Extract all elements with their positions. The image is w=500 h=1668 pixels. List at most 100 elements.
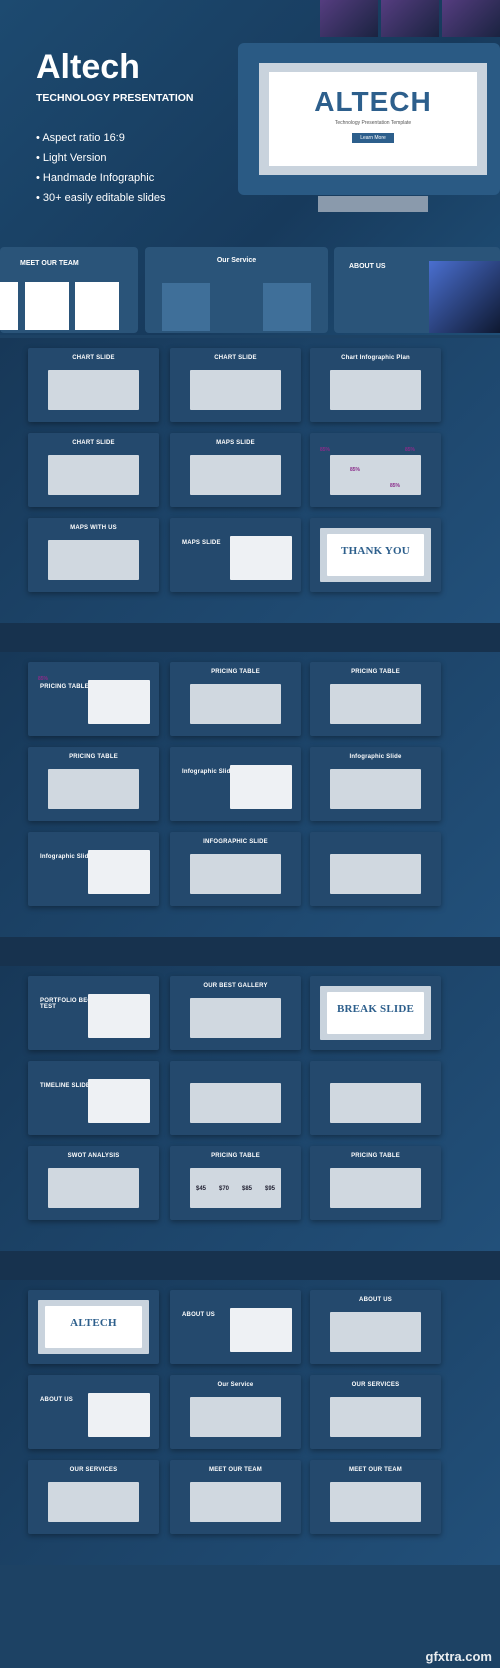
percent-label: 85% <box>350 467 361 473</box>
hero-banner: Altech TECHNOLOGY PRESENTATION Aspect ra… <box>0 0 500 335</box>
slide-content <box>48 370 139 410</box>
slide-thumbnail[interactable]: PRICING TABLE <box>170 662 301 736</box>
slide-thumbnail[interactable]: PRICING TABLE <box>310 1146 441 1220</box>
slide-thumbnail[interactable] <box>310 1061 441 1135</box>
slide-thumbnail[interactable]: OUR BEST GALLERY <box>170 976 301 1050</box>
slide-content <box>190 684 281 724</box>
slide-content <box>330 684 421 724</box>
slide-title: PRICING TABLE <box>211 1153 260 1159</box>
slide-content <box>330 769 421 809</box>
slide-thumbnail[interactable]: 85% 85% 85% 85% <box>310 433 441 507</box>
slide-title: MAPS SLIDE <box>216 440 255 446</box>
slide-content <box>48 540 139 580</box>
slide-content <box>190 370 281 410</box>
slide-thumbnail[interactable]: ALTECH <box>28 1290 159 1364</box>
slide-content <box>230 765 292 809</box>
slide-title: BREAK SLIDE <box>336 1003 415 1015</box>
slide-content <box>88 1393 150 1437</box>
slide-title: ABOUT US <box>349 263 386 270</box>
slide-thumbnail[interactable]: Infographic Slide <box>310 747 441 821</box>
slide-thumbnail[interactable]: ABOUT US <box>310 1290 441 1364</box>
slide-thumbnail[interactable]: MAPS SLIDE <box>170 518 301 592</box>
slide-thumbnail[interactable]: PRICING TABLE <box>28 747 159 821</box>
slide-thumbnail[interactable]: INFOGRAPHIC SLIDE <box>170 832 301 906</box>
slide-title: INFOGRAPHIC SLIDE <box>203 839 268 845</box>
slide-content <box>48 769 139 809</box>
slide-title: ALTECH <box>70 1317 117 1329</box>
slide-title: OUR SERVICES <box>351 1382 400 1388</box>
slide-thumbnail[interactable]: SWOT ANALYSIS <box>28 1146 159 1220</box>
slide-title: OUR SERVICES <box>69 1467 118 1473</box>
preview-slide-about: ABOUT US <box>334 247 500 333</box>
slide-thumbnail[interactable]: MAPS SLIDE <box>170 433 301 507</box>
price-label: $70 <box>219 1186 230 1192</box>
slide-content <box>330 455 421 495</box>
price-label: $45 <box>196 1186 207 1192</box>
slide-thumbnail[interactable]: Infographic Slide <box>170 747 301 821</box>
feature-list: Aspect ratio 16:9 Light Version Handmade… <box>36 128 166 208</box>
slide-thumbnail[interactable]: Infographic Slide <box>28 832 159 906</box>
slide-thumbnail[interactable]: ABOUT US <box>170 1290 301 1364</box>
watermark: gfxtra.com <box>425 1649 492 1664</box>
slide-content <box>330 1397 421 1437</box>
learn-more-button: Learn More <box>352 133 394 143</box>
slide-title: SWOT ANALYSIS <box>67 1153 120 1159</box>
slide-thumbnail[interactable]: ABOUT US <box>28 1375 159 1449</box>
slide-content <box>330 1312 421 1352</box>
cover-title: ALTECH <box>314 86 432 117</box>
slide-thumbnail[interactable]: MEET OUR TEAM <box>310 1460 441 1534</box>
slide-title: Chart Infographic Plan <box>341 355 410 361</box>
slide-content <box>88 994 150 1038</box>
slide-title: PRICING TABLE <box>69 754 118 760</box>
slide-content <box>190 1482 281 1522</box>
slide-content <box>190 1083 281 1123</box>
feature-item: Light Version <box>36 148 166 168</box>
slide-thumbnail[interactable]: CHART SLIDE <box>28 433 159 507</box>
slide-section: PRICING TABLE 85% PRICING TABLE PRICING TAB… <box>0 652 500 937</box>
slide-content <box>88 1079 150 1123</box>
feature-item: Handmade Infographic <box>36 168 166 188</box>
slide-thumbnail[interactable]: OUR SERVICES <box>310 1375 441 1449</box>
slide-content <box>330 854 421 894</box>
preview-slide-team: MEET OUR TEAM <box>0 247 138 333</box>
slide-title: CHART SLIDE <box>72 355 115 361</box>
slide-content <box>230 1308 292 1352</box>
preview-note <box>318 196 428 212</box>
feature-item: Aspect ratio 16:9 <box>36 128 166 148</box>
slide-thumbnail[interactable]: PORTFOLIO BEGINS WITH A CLEAN TEST <box>28 976 159 1050</box>
slide-thumbnail[interactable] <box>310 832 441 906</box>
slide-title: PRICING TABLE <box>351 669 400 675</box>
percent-label: 85% <box>38 676 49 682</box>
slide-thumbnail[interactable]: PRICING TABLE $45 $70 $85 $95 <box>170 1146 301 1220</box>
section-divider <box>0 623 500 653</box>
cover-slide-preview: ALTECH Technology Presentation Template … <box>238 43 500 195</box>
slide-title: Infographic Slide <box>349 754 402 760</box>
slide-thumbnail[interactable]: Our Service <box>170 1375 301 1449</box>
slide-thumbnail[interactable]: BREAK SLIDE <box>310 976 441 1050</box>
slide-thumbnail[interactable]: TIMELINE SLIDE <box>28 1061 159 1135</box>
slide-title: OUR BEST GALLERY <box>203 983 268 989</box>
slide-title: MAPS WITH US <box>70 525 117 531</box>
product-subtitle: TECHNOLOGY PRESENTATION <box>36 92 194 104</box>
slide-thumbnail[interactable]: MAPS WITH US <box>28 518 159 592</box>
slide-content <box>48 455 139 495</box>
section-divider <box>0 937 500 967</box>
slide-thumbnail[interactable]: Chart Infographic Plan <box>310 348 441 422</box>
slide-thumbnail[interactable] <box>170 1061 301 1135</box>
slide-thumbnail[interactable]: THANK YOU <box>310 518 441 592</box>
slide-content <box>230 536 292 580</box>
slide-content <box>190 998 281 1038</box>
slide-section: ALTECH ABOUT US ABOUT US ABOUT US Our Servic… <box>0 1280 500 1565</box>
slide-thumbnail[interactable]: CHART SLIDE <box>170 348 301 422</box>
slide-thumbnail[interactable]: OUR SERVICES <box>28 1460 159 1534</box>
slide-thumbnail[interactable]: PRICING TABLE <box>310 662 441 736</box>
slide-thumbnail[interactable]: PRICING TABLE 85% <box>28 662 159 736</box>
slide-thumbnail[interactable]: CHART SLIDE <box>28 348 159 422</box>
slide-thumbnail[interactable]: MEET OUR TEAM <box>170 1460 301 1534</box>
slide-content <box>48 1482 139 1522</box>
percent-label: 85% <box>390 483 401 489</box>
slide-title: Our Service <box>217 1382 254 1388</box>
cover-tagline: Technology Presentation Template <box>334 120 412 126</box>
slide-title: MEET OUR TEAM <box>349 1467 402 1473</box>
price-label: $95 <box>265 1186 276 1192</box>
